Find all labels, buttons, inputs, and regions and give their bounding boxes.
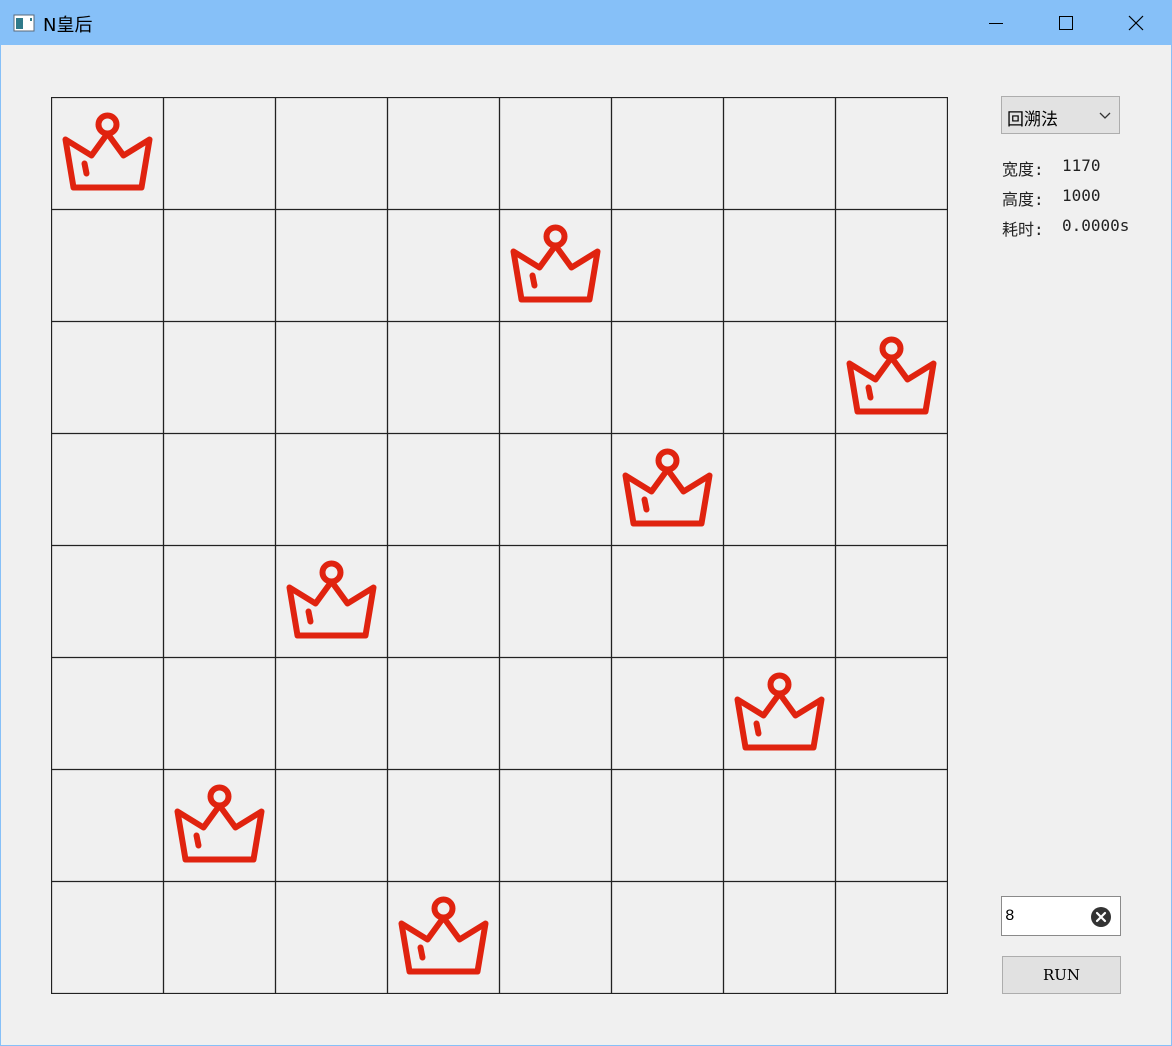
board-cell xyxy=(724,434,836,546)
width-info: 宽度: 1170 xyxy=(1002,156,1101,180)
minimize-button[interactable] xyxy=(961,1,1031,45)
algorithm-select[interactable]: 回溯法 xyxy=(1001,96,1120,134)
close-icon xyxy=(1128,15,1144,31)
board-cell xyxy=(500,658,612,770)
chevron-down-icon xyxy=(1099,112,1111,119)
board-cell xyxy=(612,210,724,322)
board-cell xyxy=(388,546,500,658)
minimize-icon xyxy=(989,23,1003,24)
height-info: 高度: 1000 xyxy=(1002,186,1101,210)
board-cell xyxy=(52,658,164,770)
clear-icon[interactable] xyxy=(1090,906,1112,928)
board-cell xyxy=(724,770,836,882)
board-cell xyxy=(724,546,836,658)
board-cell xyxy=(388,98,500,210)
board-cell xyxy=(164,546,276,658)
board-cell xyxy=(836,658,948,770)
board-cell xyxy=(612,658,724,770)
board-cell xyxy=(836,546,948,658)
board-cell xyxy=(276,658,388,770)
board-cell xyxy=(276,98,388,210)
board-cell xyxy=(164,434,276,546)
board-cell xyxy=(724,882,836,994)
board-cell xyxy=(276,322,388,434)
board-cell xyxy=(500,434,612,546)
board-cell xyxy=(276,770,388,882)
board-cell xyxy=(612,882,724,994)
board-cell xyxy=(836,882,948,994)
board-cell xyxy=(52,770,164,882)
board-cell xyxy=(164,882,276,994)
board-cell xyxy=(388,434,500,546)
board-cell xyxy=(836,434,948,546)
maximize-button[interactable] xyxy=(1031,1,1101,45)
board-cell xyxy=(388,210,500,322)
board-cell xyxy=(612,98,724,210)
maximize-icon xyxy=(1059,16,1073,30)
title-bar[interactable]: N皇后 xyxy=(1,1,1171,45)
board-cell xyxy=(612,546,724,658)
board-cell xyxy=(500,322,612,434)
board-cell xyxy=(388,322,500,434)
board-cell xyxy=(500,882,612,994)
board-cell xyxy=(500,98,612,210)
board-cell xyxy=(836,210,948,322)
board-cell xyxy=(52,546,164,658)
width-value: 1170 xyxy=(1062,156,1101,175)
board-cell xyxy=(500,546,612,658)
window-title: N皇后 xyxy=(43,15,93,36)
board-cell xyxy=(724,210,836,322)
time-value: 0.0000s xyxy=(1062,216,1130,235)
n-input-value: 8 xyxy=(1005,907,1015,925)
algorithm-select-value: 回溯法 xyxy=(1007,110,1058,130)
board-cell xyxy=(164,322,276,434)
close-button[interactable] xyxy=(1101,1,1171,45)
board-cell xyxy=(276,882,388,994)
height-label: 高度: xyxy=(1002,190,1044,209)
time-label: 耗时: xyxy=(1002,220,1044,239)
board-cell xyxy=(612,770,724,882)
chess-board xyxy=(51,97,948,994)
board-cell xyxy=(276,210,388,322)
board-cell xyxy=(52,322,164,434)
board-cell xyxy=(388,770,500,882)
board-cell xyxy=(500,770,612,882)
board-cell xyxy=(52,434,164,546)
n-input[interactable]: 8 xyxy=(1001,896,1121,936)
board-cell xyxy=(164,98,276,210)
board-cell xyxy=(164,210,276,322)
app-window: N皇后 回溯法 宽度: 1170 高度: 1000 耗时: 0.0000s 8 … xyxy=(0,0,1172,1046)
board-cell xyxy=(724,322,836,434)
run-button[interactable]: RUN xyxy=(1002,956,1121,994)
board-cell xyxy=(276,434,388,546)
width-label: 宽度: xyxy=(1002,160,1044,179)
board-cell xyxy=(52,210,164,322)
app-window-icon xyxy=(13,14,35,32)
board-cell xyxy=(836,98,948,210)
height-value: 1000 xyxy=(1062,186,1101,205)
board-cell xyxy=(164,658,276,770)
board-cell xyxy=(836,770,948,882)
board-cell xyxy=(52,882,164,994)
board-cell xyxy=(388,658,500,770)
board-cell xyxy=(612,322,724,434)
time-info: 耗时: 0.0000s xyxy=(1002,216,1129,240)
board-cell xyxy=(724,98,836,210)
